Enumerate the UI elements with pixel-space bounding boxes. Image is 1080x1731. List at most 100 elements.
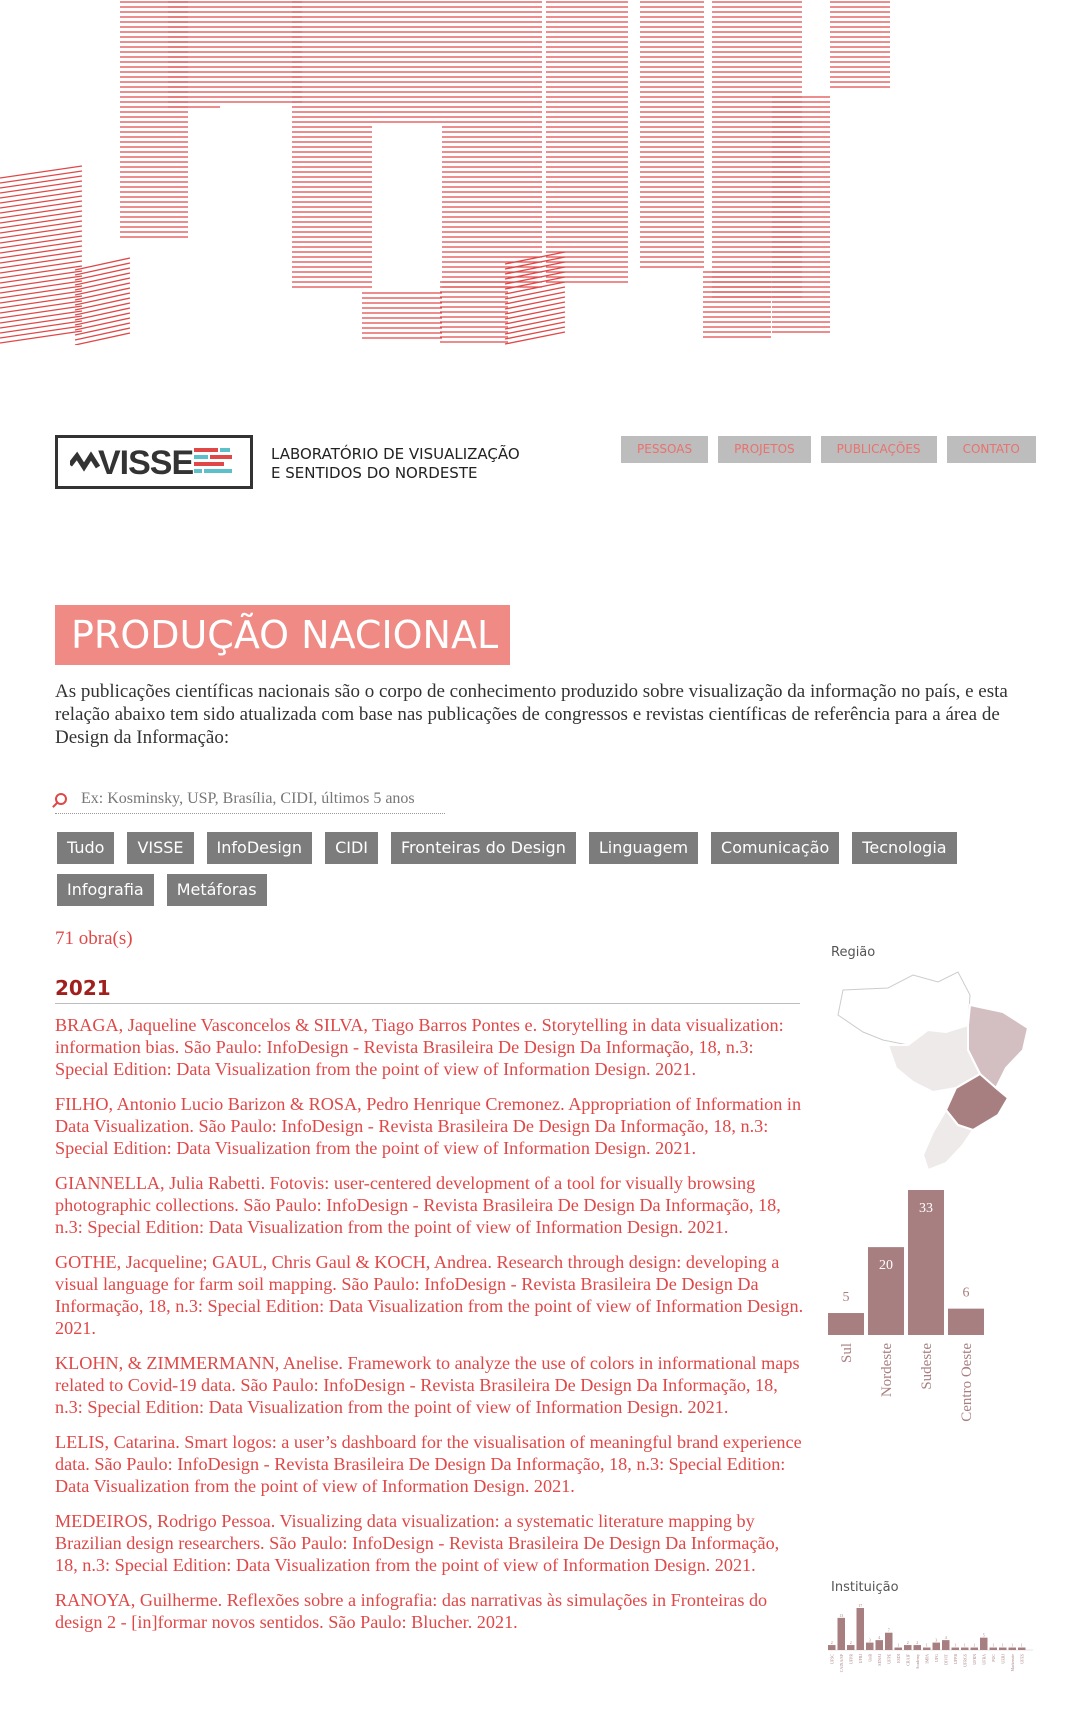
filter-fronteiras-do-design[interactable]: Fronteiras do Design (391, 832, 576, 864)
region-axis-label: Sudeste (919, 1343, 935, 1390)
institution-axis-label: CAIXA/SP (839, 1653, 844, 1672)
year-divider (55, 1003, 800, 1004)
filter-linguagem[interactable]: Linguagem (588, 832, 699, 864)
institution-bar[interactable] (970, 1647, 979, 1650)
institution-bar-value: 1 (897, 1643, 899, 1648)
logo-wave-icon (70, 451, 100, 472)
brazil-region-map[interactable] (828, 970, 1038, 1175)
institution-bar-value: 1 (1011, 1643, 1013, 1648)
institution-bar[interactable] (856, 1608, 865, 1650)
institution-bar[interactable] (942, 1640, 950, 1650)
institution-bar[interactable] (847, 1645, 855, 1650)
institution-axis-label: UFG (934, 1654, 939, 1662)
institution-bar-chart: 2UFSC13CAIXA/SP2UFPR17UFRJ3UnB4SENAI7UFP… (828, 1603, 1033, 1672)
banner-stripe-block (504, 251, 566, 345)
institution-bar[interactable] (875, 1640, 884, 1650)
institution-bar-value: 1 (992, 1643, 994, 1648)
banner-stripe-block (362, 292, 442, 339)
nav-publicacoes[interactable]: PUBLICAÇÕES (820, 436, 937, 463)
institution-bar[interactable] (989, 1647, 998, 1650)
filter-tecnologia[interactable]: Tecnologia (852, 832, 957, 864)
filter-infodesign[interactable]: InfoDesign (206, 832, 313, 864)
nav-pessoas[interactable]: PESSOAS (621, 436, 709, 463)
region-bar[interactable] (828, 1313, 864, 1335)
search-input[interactable] (79, 787, 443, 811)
institution-bar-value: 3 (935, 1638, 937, 1643)
banner-stripe-block (546, 1, 628, 283)
institution-axis-label: ESDI (896, 1653, 901, 1663)
institution-bar[interactable] (961, 1647, 969, 1650)
publication-list: BRAGA, Jaqueline Vasconcelos & SILVA, Ti… (55, 1014, 805, 1646)
institution-axis-label: DIVIT (943, 1653, 948, 1664)
region-bar-value: 5 (843, 1290, 850, 1305)
institution-bar-value: 1 (926, 1643, 928, 1648)
filter-comunicacao[interactable]: Comunicação (711, 832, 840, 864)
region-bar-value: 20 (879, 1258, 893, 1273)
banner-stripe-block (74, 257, 131, 345)
filter-tags: Tudo VISSE InfoDesign CIDI Fronteiras do… (57, 832, 1017, 906)
publication-item[interactable]: GIANNELLA, Julia Rabetti. Fotovis: user-… (55, 1172, 805, 1238)
institution-axis-label: UFRN (972, 1654, 977, 1665)
institution-axis-label: UnB (867, 1654, 872, 1662)
institution-axis-label: SENAI (877, 1653, 882, 1665)
banner-stripe-block (703, 271, 771, 338)
filter-tudo[interactable]: Tudo (57, 832, 115, 864)
publication-item[interactable]: GOTHE, Jacqueline; GAUL, Chris Gaul & KO… (55, 1251, 805, 1339)
institution-bar-value: 13 (839, 1613, 843, 1618)
nav-projetos[interactable]: PROJETOS (718, 436, 811, 463)
filter-cidi[interactable]: CIDI (325, 832, 378, 864)
institution-bar-value: 1 (1002, 1643, 1004, 1648)
banner-stripe-block (712, 1, 802, 298)
institution-axis-label: UFRGS (962, 1654, 967, 1667)
publication-item[interactable]: LELIS, Catarina. Smart logos: a user’s d… (55, 1431, 805, 1497)
institution-bar[interactable] (885, 1632, 893, 1650)
header-banner-art (0, 1, 890, 345)
institution-bar-value: 1 (964, 1643, 966, 1648)
institution-bar-value: 3 (869, 1638, 871, 1643)
institution-bar-value: 2 (831, 1640, 833, 1645)
tagline-line-2: E SENTIDOS DO NORDESTE (271, 464, 478, 482)
banner-stripe-block (640, 1, 704, 268)
region-chart-label: Região (831, 945, 876, 960)
institution-bar[interactable] (1008, 1647, 1017, 1650)
institution-bar-value: 2 (850, 1640, 852, 1645)
institution-bar[interactable] (837, 1617, 846, 1650)
institution-bar[interactable] (913, 1645, 922, 1650)
institution-axis-label: UFPR (848, 1654, 853, 1664)
institution-bar[interactable] (828, 1645, 836, 1650)
nav-contato[interactable]: CONTATO (946, 436, 1036, 463)
publication-item[interactable]: MEDEIROS, Rodrigo Pessoa. Visualizing da… (55, 1510, 805, 1576)
region-bar-chart: 5 Sul 20 Nordeste 33 Sudeste 6 Centro Oeste (828, 1190, 984, 1422)
institution-axis-label: UFPE (886, 1653, 891, 1663)
institution-bar[interactable] (904, 1645, 912, 1650)
institution-bar-value: 1 (954, 1643, 956, 1648)
institution-bar[interactable] (923, 1647, 931, 1650)
institution-bar[interactable] (999, 1647, 1007, 1650)
filter-metaforas[interactable]: Metáforas (166, 874, 267, 906)
institution-bar-value: 7 (888, 1628, 890, 1633)
institution-bar[interactable] (866, 1642, 874, 1650)
institution-bar[interactable] (894, 1647, 903, 1650)
publication-item[interactable]: BRAGA, Jaqueline Vasconcelos & SILVA, Ti… (55, 1014, 805, 1080)
publication-item[interactable]: FILHO, Antonio Lucio Barizon & ROSA, Ped… (55, 1093, 805, 1159)
institution-bar-value: 2 (916, 1640, 918, 1645)
main-nav: PESSOAS PROJETOS PUBLICAÇÕES CONTATO (621, 436, 1036, 463)
filter-infografia[interactable]: Infografia (57, 874, 154, 906)
region-axis-label: Centro Oeste (959, 1343, 975, 1422)
institution-chart-label: Instituição (831, 1580, 899, 1595)
institution-bar[interactable] (932, 1642, 941, 1650)
results-count: 71 obra(s) (55, 928, 133, 949)
intro-paragraph: As publicações científicas nacionais são… (55, 681, 1008, 748)
institution-bar[interactable] (951, 1647, 960, 1650)
banner-stripe-block (0, 165, 83, 344)
institution-axis-label: UFES (1019, 1654, 1024, 1664)
institution-bar[interactable] (980, 1637, 988, 1650)
filter-visse[interactable]: VISSE (127, 832, 194, 864)
publication-item[interactable]: RANOYA, Guilherme. Reflexões sobre a inf… (55, 1589, 805, 1633)
visse-logo[interactable]: VISSE (55, 435, 253, 489)
institution-bar[interactable] (1018, 1647, 1026, 1650)
tagline-line-1: LABORATÓRIO DE VISUALIZAÇÃO (271, 445, 520, 463)
banner-stripe-block (442, 1, 542, 288)
publication-item[interactable]: KLOHN, & ZIMMERMANN, Anelise. Framework … (55, 1352, 805, 1418)
region-bar[interactable] (948, 1308, 984, 1335)
